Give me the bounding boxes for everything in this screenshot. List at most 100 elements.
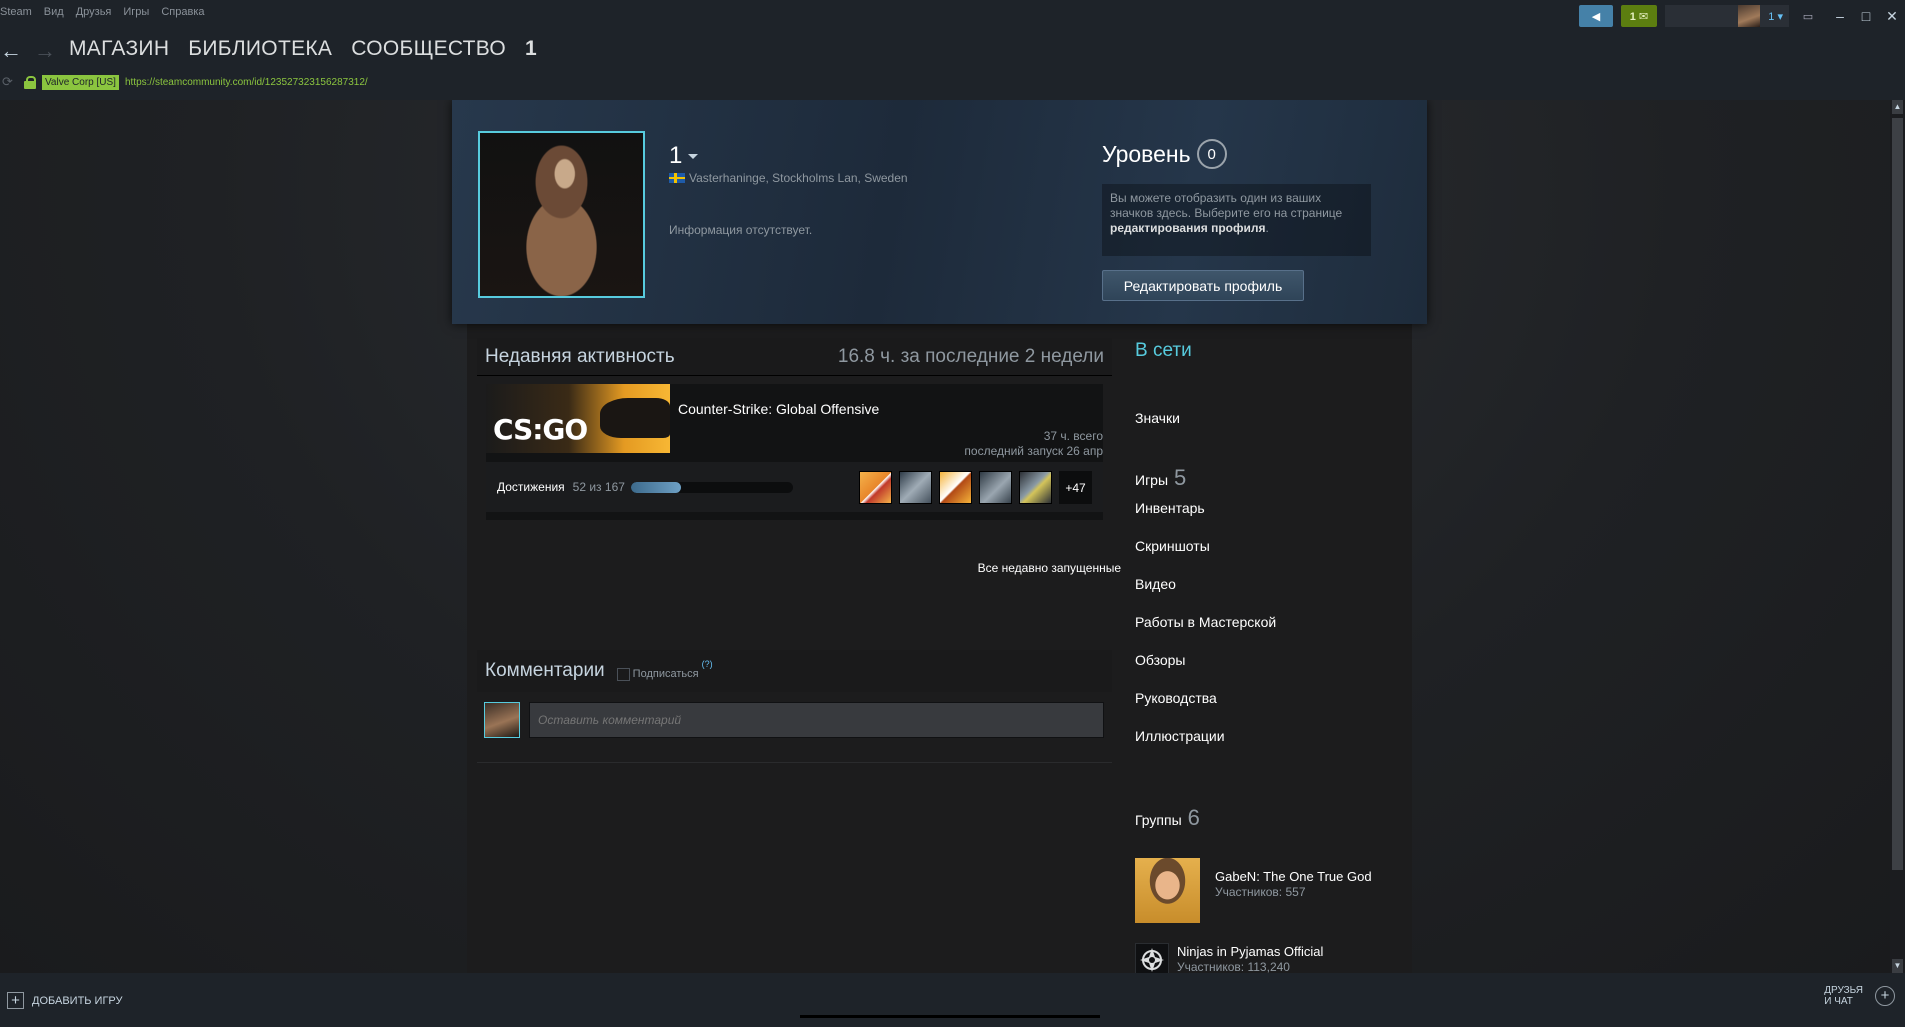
- sidebar-item-games[interactable]: Игры 5: [1135, 465, 1186, 491]
- minimize-icon[interactable]: –: [1827, 5, 1853, 27]
- page-scrollbar[interactable]: ▲ ▼: [1890, 100, 1905, 973]
- subscribe-checkbox[interactable]: [616, 667, 630, 681]
- account-menu-button[interactable]: 1 ▾: [1665, 5, 1789, 27]
- tray: ◀ 1 ✉ 1 ▾ ▭ – □ ✕: [1579, 4, 1905, 28]
- big-picture-icon[interactable]: ▭: [1797, 5, 1819, 27]
- sidebar-item-label: Работы в Мастерской: [1135, 614, 1277, 630]
- comments-title: Комментарии: [485, 660, 605, 681]
- level-badge[interactable]: 0: [1196, 139, 1227, 169]
- badge-hint-end: .: [1265, 221, 1269, 235]
- scroll-thumb[interactable]: [1892, 118, 1903, 870]
- avatar: [1738, 5, 1761, 27]
- achievement-icon[interactable]: [899, 471, 932, 504]
- edit-profile-link[interactable]: редактирования профиля: [1110, 221, 1265, 235]
- menu-friends[interactable]: Друзья: [76, 6, 112, 18]
- add-game-label: ДОБАВИТЬ ИГРУ: [32, 994, 123, 1007]
- add-game-button[interactable]: + ДОБАВИТЬ ИГРУ: [7, 992, 123, 1009]
- sidebar-item-workshop[interactable]: Работы в Мастерской: [1135, 614, 1276, 630]
- comments-header: Комментарии Подписаться (?): [477, 650, 1112, 692]
- group-name[interactable]: GabeN: The One True God: [1215, 869, 1372, 884]
- url-bar: ⟳ Valve Corp [US] https://steamcommunity…: [0, 72, 368, 92]
- game-capsule[interactable]: CS:GO: [486, 384, 670, 453]
- profile-level: Уровень 0: [1102, 139, 1227, 169]
- soldier-silhouette: [600, 398, 670, 438]
- groups-count: 6: [1187, 805, 1200, 830]
- sidebar-item-label: Группы: [1135, 812, 1182, 828]
- url-text[interactable]: https://steamcommunity.com/id/1235273231…: [125, 77, 368, 88]
- recent-hours: 16.8 ч. за последние 2 недели: [837, 345, 1104, 367]
- edit-profile-button[interactable]: Редактировать профиль: [1102, 270, 1304, 301]
- sidebar-item-label: Скриншоты: [1135, 538, 1210, 554]
- group-item[interactable]: GabeN: The One True God Участников: 557: [1135, 858, 1395, 923]
- sidebar-item-label: Обзоры: [1135, 652, 1186, 668]
- sidebar-item-screenshots[interactable]: Скриншоты: [1135, 538, 1210, 554]
- recent-activity-header: Недавняя активность 16.8 ч. за последние…: [477, 338, 1112, 376]
- menu-games[interactable]: Игры: [123, 6, 149, 18]
- scroll-up-icon[interactable]: ▲: [1892, 100, 1903, 114]
- chat-label: И ЧАТ: [1824, 996, 1853, 1007]
- menu-view[interactable]: Вид: [44, 6, 64, 18]
- divider: [477, 762, 1112, 763]
- group-members: Участников: 113,240: [1177, 960, 1290, 973]
- sidebar-item-videos[interactable]: Видео: [1135, 576, 1176, 592]
- maximize-icon[interactable]: □: [1853, 5, 1879, 27]
- achievements-count: 52 из 167: [572, 480, 625, 494]
- back-arrow-icon[interactable]: ←: [0, 38, 22, 64]
- online-status: В сети: [1135, 340, 1192, 361]
- nav-library[interactable]: БИБЛИОТЕКА: [188, 37, 332, 61]
- game-logo: CS:GO: [493, 413, 588, 446]
- achievement-icon[interactable]: [859, 471, 892, 504]
- badge-hint-text: Вы можете отобразить один из ваших значк…: [1110, 191, 1343, 220]
- inbox-button[interactable]: 1 ✉: [1621, 5, 1657, 27]
- sidebar-item-guides[interactable]: Руководства: [1135, 690, 1217, 706]
- badge-hint: Вы можете отобразить один из ваших значк…: [1102, 184, 1371, 256]
- friends-chat-button[interactable]: ДРУЗЬЯ И ЧАТ +: [1824, 985, 1895, 1007]
- location-text: Vasterhaninge, Stockholms Lan, Sweden: [689, 171, 908, 185]
- achievement-icon[interactable]: [979, 471, 1012, 504]
- persona-name-text: 1: [669, 142, 683, 169]
- sidebar-item-label: Инвентарь: [1135, 500, 1205, 516]
- scroll-down-icon[interactable]: ▼: [1892, 959, 1903, 973]
- chevron-down-icon[interactable]: [688, 154, 699, 160]
- sidebar-item-label: Иллюстрации: [1135, 728, 1225, 744]
- help-link[interactable]: (?): [702, 659, 713, 669]
- sidebar-item-groups[interactable]: Группы 6: [1135, 805, 1200, 831]
- achievement-icons: +47: [859, 471, 1092, 504]
- certificate-badge[interactable]: Valve Corp [US]: [42, 74, 119, 90]
- nav-store[interactable]: МАГАЗИН: [69, 37, 169, 61]
- forward-arrow-icon[interactable]: →: [34, 38, 56, 64]
- sidebar-item-label: Игры: [1135, 472, 1169, 488]
- sidebar-item-reviews[interactable]: Обзоры: [1135, 652, 1186, 668]
- subscribe-label[interactable]: Подписаться: [633, 668, 699, 680]
- game-name[interactable]: Counter-Strike: Global Offensive: [678, 401, 879, 417]
- menu-steam[interactable]: Steam: [0, 6, 32, 18]
- group-item[interactable]: Ninjas in Pyjamas Official Участников: 1…: [1135, 943, 1395, 973]
- comment-input[interactable]: [529, 702, 1104, 738]
- sidebar-item-artwork[interactable]: Иллюстрации: [1135, 728, 1225, 744]
- reload-icon[interactable]: ⟳: [2, 74, 18, 90]
- achievement-icon[interactable]: [1019, 471, 1052, 504]
- sidebar-item-label: Видео: [1135, 576, 1176, 592]
- achievements-progress-fill: [630, 481, 682, 493]
- download-progress: [800, 1015, 1100, 1018]
- achievements-label[interactable]: Достижения: [497, 480, 565, 494]
- lock-icon: [24, 76, 38, 89]
- sidebar-item-badges[interactable]: Значки: [1135, 410, 1180, 426]
- recent-activity: Недавняя активность 16.8 ч. за последние…: [477, 338, 1121, 575]
- sidebar-item-inventory[interactable]: Инвентарь: [1135, 500, 1205, 516]
- more-achievements[interactable]: +47: [1059, 471, 1092, 504]
- account-name: 1 ▾: [1768, 10, 1783, 23]
- profile-avatar: [478, 131, 645, 298]
- all-recent-link[interactable]: Все недавно запущенные: [978, 561, 1121, 575]
- nav-profile[interactable]: 1: [525, 37, 537, 61]
- achievement-icon[interactable]: [939, 471, 972, 504]
- friends-label: ДРУЗЬЯ: [1824, 985, 1863, 996]
- persona-name[interactable]: 1: [669, 142, 699, 170]
- group-name[interactable]: Ninjas in Pyjamas Official: [1177, 944, 1323, 959]
- close-icon[interactable]: ✕: [1879, 5, 1905, 27]
- nav-community[interactable]: СООБЩЕСТВО: [351, 37, 506, 61]
- announcement-button[interactable]: ◀: [1579, 5, 1613, 27]
- menu-help[interactable]: Справка: [161, 6, 204, 18]
- game-total-hours: 37 ч. всего: [1043, 429, 1103, 443]
- sweden-flag-icon: [669, 173, 685, 183]
